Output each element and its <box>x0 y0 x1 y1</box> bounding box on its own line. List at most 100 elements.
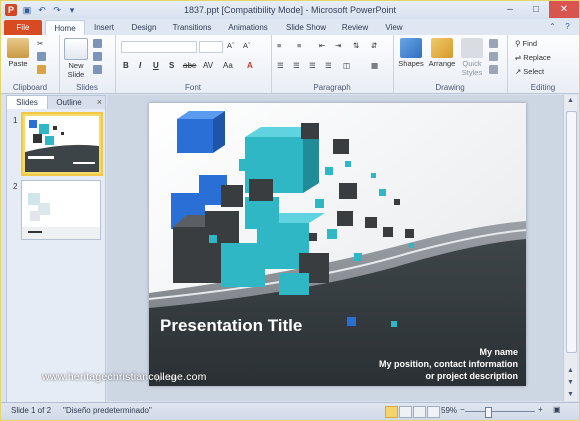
font-size-combo[interactable] <box>199 41 223 53</box>
format-painter-button[interactable] <box>37 65 46 74</box>
tab-slide-show[interactable]: Slide Show <box>281 20 331 35</box>
next-slide-icon[interactable]: ▼ <box>564 377 577 388</box>
cut-button[interactable]: ✂ <box>37 39 43 48</box>
slide-count-status: Slide 1 of 2 <box>11 406 52 415</box>
slide-subtitle[interactable]: My name My position, contact information… <box>379 346 518 382</box>
justify-button[interactable]: ☰ <box>325 61 332 70</box>
tab-outline[interactable]: Outline <box>49 96 89 109</box>
minimize-ribbon-icon[interactable]: ⌃ <box>547 21 558 32</box>
align-center-button[interactable]: ☰ <box>293 61 300 70</box>
section-button[interactable] <box>93 65 102 74</box>
quick-styles-icon <box>461 38 483 58</box>
tab-file[interactable]: File <box>4 20 42 35</box>
drawing-group: Shapes Arrange Quick Styles Drawing <box>393 35 508 93</box>
zoom-slider-track[interactable] <box>465 411 535 412</box>
tab-review[interactable]: Review <box>337 20 373 35</box>
copy-button[interactable] <box>37 52 46 61</box>
tab-view[interactable]: View <box>379 20 409 35</box>
bold-button[interactable]: B <box>123 61 129 70</box>
reset-button[interactable] <box>93 52 102 61</box>
layout-button[interactable] <box>93 39 102 48</box>
character-spacing-button[interactable]: AV <box>203 61 213 70</box>
align-left-button[interactable]: ☰ <box>277 61 284 70</box>
normal-view-button[interactable] <box>385 406 398 418</box>
shapes-icon <box>400 38 422 58</box>
new-slide-button[interactable]: New Slide <box>63 38 89 79</box>
status-bar: Slide 1 of 2 "Diseño predeterminado" 59%… <box>1 402 579 420</box>
strikethrough-button[interactable]: abe <box>183 61 196 70</box>
numbering-button[interactable]: ≡ <box>297 41 301 50</box>
shape-fill-icon <box>489 39 498 48</box>
change-case-button[interactable]: Aa <box>223 61 233 70</box>
close-icon[interactable]: ✕ <box>549 1 579 18</box>
tab-home[interactable]: Home <box>45 20 85 36</box>
paragraph-group-label: Paragraph <box>313 83 351 92</box>
close-pane-icon[interactable]: × <box>97 97 102 107</box>
slide-thumbnail-2-image <box>22 181 100 239</box>
shape-outline-button[interactable] <box>489 52 498 61</box>
replace-button[interactable]: ⇌ Replace <box>515 53 551 62</box>
grow-font-button[interactable]: Aˆ <box>227 41 235 50</box>
shadow-button[interactable]: S <box>169 61 174 70</box>
font-group-label: Font <box>184 83 201 92</box>
zoom-slider-knob[interactable] <box>485 407 492 418</box>
scroll-up-icon[interactable]: ▲ <box>564 95 577 106</box>
tab-transitions[interactable]: Transitions <box>167 20 217 35</box>
zoom-level[interactable]: 59% <box>441 406 457 415</box>
increase-indent-button[interactable]: ⇥ <box>335 41 341 50</box>
shapes-button[interactable]: Shapes <box>397 38 425 68</box>
shape-outline-icon <box>489 52 498 61</box>
tab-animations[interactable]: Animations <box>223 20 273 35</box>
bullets-button[interactable]: ≡ <box>277 41 281 50</box>
select-button[interactable]: ↗ Select <box>515 67 544 76</box>
align-right-button[interactable]: ☰ <box>309 61 316 70</box>
clipboard-group: Paste ✂ Clipboard <box>1 35 60 93</box>
tab-insert[interactable]: Insert <box>87 20 121 35</box>
underline-button[interactable]: U <box>153 61 159 70</box>
shape-fill-button[interactable] <box>489 39 498 48</box>
zoom-out-icon[interactable]: − <box>460 405 465 414</box>
paragraph-group: ≡ ≡ ⇤ ⇥ ⇅ ⇵ ☰ ☰ ☰ ☰ ◫ ▦ Paragraph <box>271 35 394 93</box>
drawing-group-label: Drawing <box>435 83 465 92</box>
maximize-icon[interactable]: □ <box>523 1 549 18</box>
shape-effects-button[interactable] <box>489 65 498 74</box>
increase-indent-icon: ⇥ <box>335 41 342 50</box>
scroll-thumb[interactable] <box>566 111 577 353</box>
text-direction-button[interactable]: ⇵ <box>371 41 377 50</box>
minimize-icon[interactable]: – <box>497 1 523 18</box>
slide-thumbnail-2[interactable] <box>21 180 101 240</box>
paste-button[interactable]: Paste <box>5 38 31 68</box>
clipboard-group-label: Clipboard <box>12 83 48 92</box>
italic-button[interactable]: I <box>139 61 141 70</box>
arrange-button[interactable]: Arrange <box>427 38 457 68</box>
section-icon <box>93 65 102 74</box>
reading-view-button[interactable] <box>413 406 426 418</box>
current-slide[interactable]: Presentation Title My name My position, … <box>149 103 526 386</box>
vertical-scrollbar[interactable]: ▲ ▲ ▼ ▼ <box>563 95 577 401</box>
quick-styles-button[interactable]: Quick Styles <box>459 38 485 77</box>
font-name-combo[interactable] <box>121 41 197 53</box>
scroll-down-icon[interactable]: ▼ <box>564 389 577 400</box>
columns-button[interactable]: ◫ <box>343 61 350 70</box>
decrease-indent-button[interactable]: ⇤ <box>319 41 325 50</box>
slide-title[interactable]: Presentation Title <box>160 316 302 336</box>
columns-icon: ◫ <box>343 61 351 70</box>
text-direction-icon: ⇵ <box>371 41 378 50</box>
paste-icon <box>7 38 29 58</box>
tab-slides[interactable]: Slides <box>7 96 48 109</box>
fit-to-window-icon[interactable]: ▣ <box>553 405 561 414</box>
zoom-in-icon[interactable]: + <box>538 405 543 414</box>
slide-sorter-view-button[interactable] <box>399 406 412 418</box>
tab-design[interactable]: Design <box>125 20 163 35</box>
smartart-button[interactable]: ▦ <box>371 61 378 70</box>
shrink-font-button[interactable]: Aˇ <box>243 41 251 50</box>
slide-thumbnail-1[interactable] <box>21 112 103 176</box>
line-spacing-button[interactable]: ⇅ <box>353 41 359 50</box>
watermark-text: www.heritagechristiancollege.com <box>42 371 207 383</box>
find-button[interactable]: ⚲ Find <box>515 39 537 48</box>
previous-slide-icon[interactable]: ▲ <box>564 365 577 376</box>
copy-icon <box>37 52 46 61</box>
help-icon[interactable]: ? <box>562 21 573 32</box>
slide-show-view-button[interactable] <box>427 406 440 418</box>
font-color-button[interactable]: A <box>247 61 253 70</box>
